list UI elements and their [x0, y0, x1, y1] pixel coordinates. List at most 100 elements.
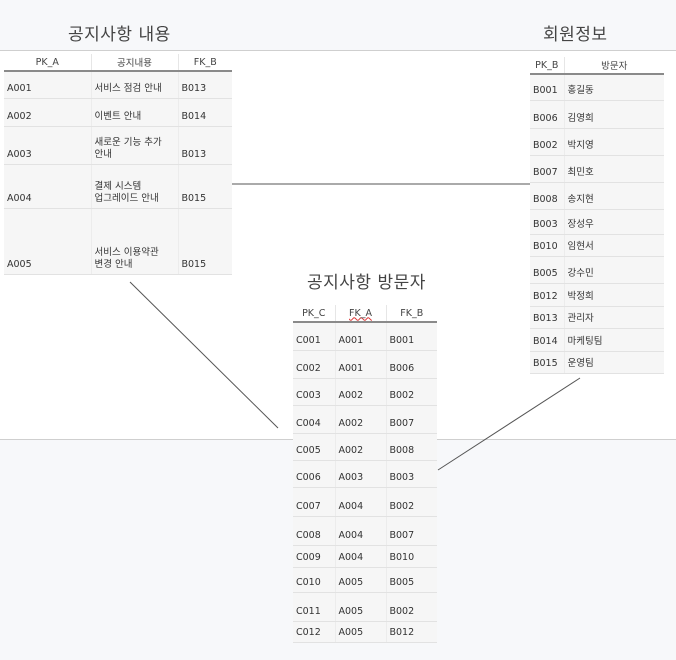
table-row: B002 박지영 [530, 128, 664, 156]
member-table-header: PK_B 방문자 [530, 57, 664, 75]
table-row: C007 A004 B002 [293, 487, 437, 517]
member-table: PK_B 방문자 B001 홍길동 B006 김영희 B002 박지영 B007 최민호… [530, 57, 664, 374]
table-cell: C005 [293, 433, 335, 461]
visitor-table: PK_C FK_A FK_B C001 A001 B001 C002 A001 B006… [293, 305, 437, 643]
table-cell: C012 [293, 621, 335, 643]
table-cell: 이벤트 안내 [90, 98, 178, 127]
visitor-col-fk-a: FK_A [334, 305, 386, 323]
table-row: C005 A002 B008 [293, 433, 437, 461]
table-row: A003 새로운 기능 추가 안내 B013 [4, 126, 232, 165]
table-cell: B015 [177, 164, 232, 209]
table-cell: B003 [530, 209, 564, 235]
table-cell: A005 [334, 592, 386, 622]
table-cell: B001 [530, 74, 564, 101]
table-cell: 박정희 [563, 283, 664, 307]
table-cell: B001 [385, 322, 437, 351]
table-row: C011 A005 B002 [293, 592, 437, 622]
table-cell: A005 [334, 567, 386, 593]
table-row: B006 김영희 [530, 100, 664, 129]
table-row: B013 관리자 [530, 306, 664, 329]
table-cell: 박지영 [563, 128, 664, 156]
table-cell: 서비스 이용약관 변경 안내 [90, 208, 178, 275]
table-cell: B006 [385, 350, 437, 379]
table-cell: B002 [385, 592, 437, 622]
table-row: A004 결제 시스템 업그레이드 안내 B015 [4, 164, 232, 209]
table-cell: B012 [385, 621, 437, 643]
table-cell: B002 [385, 378, 437, 406]
table-cell: A003 [4, 126, 91, 165]
table-row: A005 서비스 이용약관 변경 안내 B015 [4, 208, 232, 275]
member-table-title: 회원정보 [543, 25, 608, 45]
visitor-col-fk-b: FK_B [385, 305, 437, 323]
table-cell: B015 [177, 208, 232, 275]
table-cell: C007 [293, 487, 335, 517]
table-cell: 서비스 점검 안내 [90, 71, 178, 99]
table-cell: 새로운 기능 추가 안내 [90, 126, 178, 165]
table-row: C006 A003 B003 [293, 460, 437, 488]
table-row: A002 이벤트 안내 B014 [4, 98, 232, 127]
table-cell: B014 [177, 98, 232, 127]
visitor-table-header: PK_C FK_A FK_B [293, 305, 437, 323]
table-row: C004 A002 B007 [293, 405, 437, 434]
table-cell: B008 [385, 433, 437, 461]
table-cell: C001 [293, 322, 335, 351]
table-cell: B002 [530, 128, 564, 156]
table-row: C002 A001 B006 [293, 350, 437, 379]
table-row: C012 A005 B012 [293, 621, 437, 643]
table-cell: A002 [334, 433, 386, 461]
table-cell: B002 [385, 487, 437, 517]
table-row: B010 임현서 [530, 234, 664, 257]
table-cell: B008 [530, 182, 564, 210]
table-cell: 운영팀 [563, 351, 664, 374]
member-col-pk-b: PK_B [530, 57, 564, 75]
table-cell: B005 [385, 567, 437, 593]
table-cell: C011 [293, 592, 335, 622]
visitor-col-pk-c: PK_C [293, 305, 335, 323]
table-cell: B010 [530, 234, 564, 257]
table-cell: A004 [334, 487, 386, 517]
table-row: B008 송지현 [530, 182, 664, 210]
table-cell: A001 [334, 322, 386, 351]
table-cell: B007 [530, 155, 564, 183]
table-cell: 김영희 [563, 100, 664, 129]
table-row: C001 A001 B001 [293, 322, 437, 351]
table-row: C010 A005 B005 [293, 567, 437, 593]
notice-col-fk-b: FK_B [177, 54, 232, 72]
table-cell: A004 [334, 545, 386, 568]
table-cell: B010 [385, 545, 437, 568]
table-cell: B013 [177, 126, 232, 165]
table-cell: 최민호 [563, 155, 664, 183]
notice-table: PK_A 공지내용 FK_B A001 서비스 점검 안내 B013 A002 … [4, 54, 232, 275]
table-row: B005 강수민 [530, 256, 664, 284]
table-cell: A002 [334, 378, 386, 406]
table-cell: B003 [385, 460, 437, 488]
table-cell: 결제 시스템 업그레이드 안내 [90, 164, 178, 209]
table-cell: A002 [334, 405, 386, 434]
visitor-col-fk-a-label: FK_A [349, 307, 372, 319]
notice-col-content: 공지내용 [90, 54, 178, 72]
table-cell: A005 [334, 621, 386, 643]
table-cell: A001 [334, 350, 386, 379]
table-row: C009 A004 B010 [293, 545, 437, 568]
table-row: B015 운영팀 [530, 351, 664, 374]
table-row: A001 서비스 점검 안내 B013 [4, 71, 232, 99]
table-cell: A001 [4, 71, 91, 99]
table-cell: A002 [4, 98, 91, 127]
notice-table-title: 공지사항 내용 [68, 25, 171, 45]
table-cell: B012 [530, 283, 564, 307]
table-cell: C006 [293, 460, 335, 488]
table-cell: A005 [4, 208, 91, 275]
table-row: B007 최민호 [530, 155, 664, 183]
table-cell: A004 [4, 164, 91, 209]
table-cell: B005 [530, 256, 564, 284]
visitor-table-title: 공지사항 방문자 [307, 273, 426, 293]
table-cell: C009 [293, 545, 335, 568]
table-row: B014 마케팅팀 [530, 328, 664, 352]
notice-col-pk-a: PK_A [4, 54, 91, 72]
member-col-visitor: 방문자 [563, 57, 664, 75]
table-cell: C003 [293, 378, 335, 406]
table-cell: 송지현 [563, 182, 664, 210]
table-cell: 강수민 [563, 256, 664, 284]
table-cell: C010 [293, 567, 335, 593]
table-cell: C008 [293, 516, 335, 546]
